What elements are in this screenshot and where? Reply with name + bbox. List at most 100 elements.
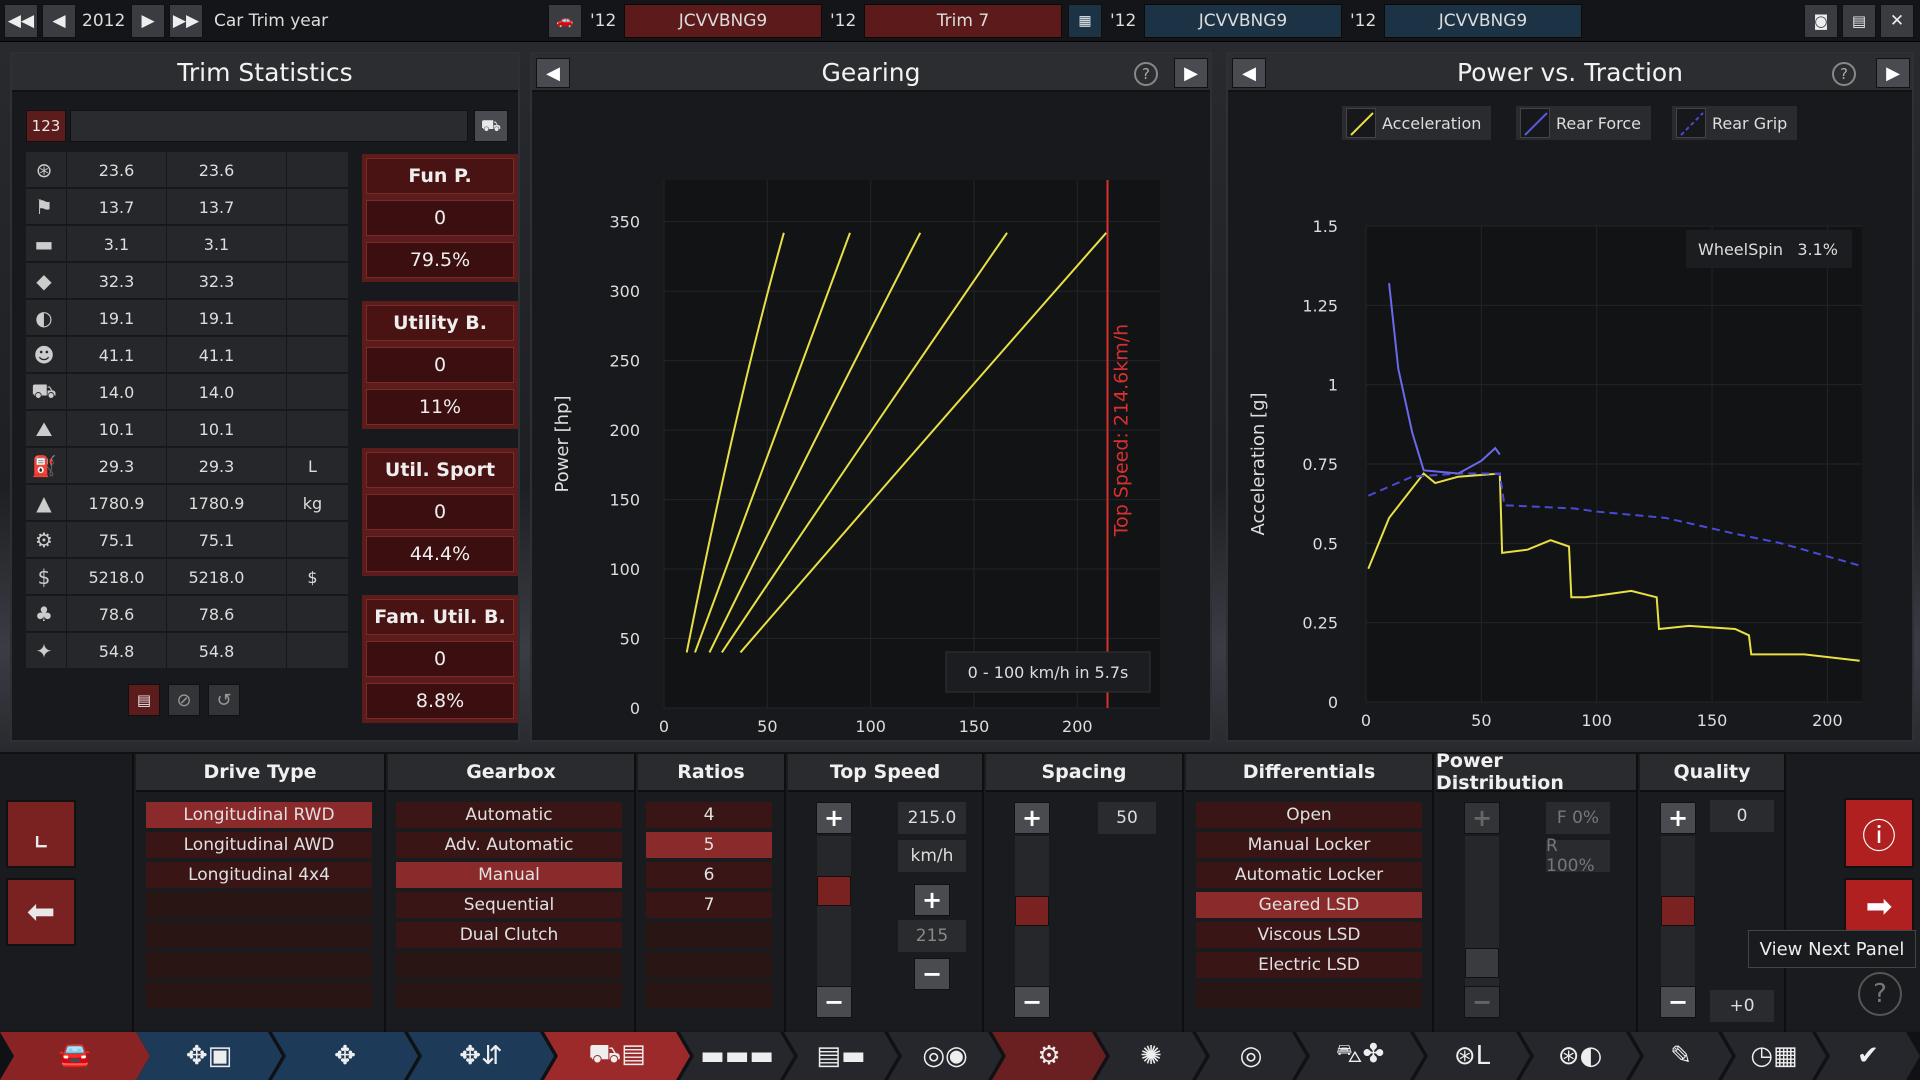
top-speed-minus-icon[interactable]: −: [816, 986, 852, 1018]
stat-row: ◆ 32.3 32.3: [26, 263, 348, 299]
gearing-next-arrow-icon[interactable]: ▶: [1174, 58, 1208, 88]
car-filter-icon[interactable]: ⛟: [474, 110, 508, 142]
top-speed-plus-icon[interactable]: +: [816, 802, 852, 834]
power-traction-help-icon[interactable]: ?: [1832, 62, 1856, 86]
safety-icon[interactable]: ⊛◐: [1520, 1032, 1640, 1080]
option-item[interactable]: 6: [646, 862, 772, 890]
fixtures-icon[interactable]: ▤▬: [784, 1032, 898, 1080]
next-year-icon[interactable]: ▶: [131, 4, 165, 38]
slot2-name[interactable]: Trim 7: [864, 4, 1062, 38]
stat-compare-value: 14.0: [166, 374, 266, 410]
option-item[interactable]: Automatic: [396, 802, 622, 830]
option-item[interactable]: Longitudinal RWD: [146, 802, 372, 830]
next-panel-arrow-icon[interactable]: ➡: [1844, 878, 1914, 934]
slot4-name[interactable]: JCVVBNG9: [1384, 4, 1582, 38]
option-item[interactable]: Longitudinal 4x4: [146, 862, 372, 890]
quality-slider-knob[interactable]: [1661, 896, 1695, 926]
calculator-icon[interactable]: ▤: [1842, 4, 1876, 38]
testing-icon[interactable]: ◷▦: [1722, 1032, 1826, 1080]
car-body-icon[interactable]: 🚘: [0, 1032, 150, 1080]
option-item[interactable]: 7: [646, 892, 772, 920]
option-item[interactable]: Adv. Automatic: [396, 832, 622, 860]
power-dist-plus-icon[interactable]: +: [1464, 802, 1500, 834]
option-item[interactable]: Open: [1196, 802, 1422, 830]
score-name[interactable]: Utility B.: [366, 305, 514, 341]
quality-minus-icon[interactable]: −: [1660, 986, 1696, 1018]
help-icon[interactable]: ?: [1858, 972, 1902, 1016]
car-line-icon[interactable]: ▬▬▬: [680, 1032, 794, 1080]
option-item[interactable]: Manual Locker: [1196, 832, 1422, 860]
power-traction-prev-arrow-icon[interactable]: ◀: [1232, 58, 1266, 88]
car-icon[interactable]: 🚗: [548, 4, 582, 38]
close-icon[interactable]: ✕: [1880, 4, 1914, 38]
option-item[interactable]: 5: [646, 832, 772, 860]
trim-search-input[interactable]: [70, 110, 468, 142]
score-name[interactable]: Fam. Util. B.: [366, 599, 514, 635]
sort-number-button[interactable]: 123: [26, 110, 66, 142]
ratios-column: Ratios 4567: [638, 754, 786, 1032]
clipboard-icon[interactable]: ▤: [128, 684, 160, 716]
spacing-header: Spacing: [986, 754, 1182, 792]
top-speed-slider-track[interactable]: [817, 836, 851, 986]
reset-icon[interactable]: ↺: [208, 684, 240, 716]
gearing-prev-arrow-icon[interactable]: ◀: [536, 58, 570, 88]
paint-icon[interactable]: ✎: [1630, 1032, 1732, 1080]
top-bar: ◀◀ ◀ 2012 ▶ ▶▶ Car Trim year 🚗 '12 JCVVB…: [0, 0, 1920, 42]
option-item[interactable]: 4: [646, 802, 772, 830]
quality-plus-icon[interactable]: +: [1660, 802, 1696, 834]
top-speed-fine-plus-icon[interactable]: +: [914, 884, 950, 916]
spacing-plus-icon[interactable]: +: [1014, 802, 1050, 834]
finish-icon[interactable]: ✔: [1816, 1032, 1920, 1080]
option-item[interactable]: Automatic Locker: [1196, 862, 1422, 890]
slot3-name[interactable]: JCVVBNG9: [1144, 4, 1342, 38]
axis-chart-icon[interactable]: ⌞: [6, 800, 76, 868]
rewind-icon[interactable]: ◀◀: [4, 4, 38, 38]
back-arrow-icon[interactable]: ⬅: [6, 878, 76, 946]
drive-type-header: Drive Type: [136, 754, 384, 792]
warning-icon[interactable]: ⓘ: [1844, 798, 1914, 868]
option-item[interactable]: Manual: [396, 862, 622, 890]
slot1-name[interactable]: JCVVBNG9: [624, 4, 822, 38]
option-item[interactable]: Electric LSD: [1196, 952, 1422, 980]
stat-compare-value: 5218.0: [166, 559, 266, 595]
prev-year-icon[interactable]: ◀: [42, 4, 76, 38]
option-item[interactable]: Longitudinal AWD: [146, 832, 372, 860]
cancel-icon[interactable]: ⊘: [168, 684, 200, 716]
differentials-column: Differentials Open Manual Locker Automatic…: [1186, 754, 1434, 1032]
y-tick-label: 100: [609, 560, 640, 579]
score-name[interactable]: Fun P.: [366, 158, 514, 194]
camera-icon[interactable]: ◙: [1804, 4, 1838, 38]
trim-icon[interactable]: ⛟▤: [544, 1032, 690, 1080]
fast-forward-icon[interactable]: ▶▶: [169, 4, 203, 38]
interior-icon[interactable]: ◎◉: [888, 1032, 1002, 1080]
option-item[interactable]: Geared LSD: [1196, 892, 1422, 920]
slot1-year: '12: [590, 11, 617, 31]
wheels-icon[interactable]: ✺: [1096, 1032, 1206, 1080]
engine-parts-icon[interactable]: ✥▣: [136, 1032, 282, 1080]
spacing-minus-icon[interactable]: −: [1014, 986, 1050, 1018]
option-item[interactable]: Sequential: [396, 892, 622, 920]
suspension-icon[interactable]: ⊛L: [1414, 1032, 1530, 1080]
aero-icon[interactable]: ⛍✤: [1296, 1032, 1424, 1080]
brakes-icon[interactable]: ◎: [1196, 1032, 1306, 1080]
spacing-slider-knob[interactable]: [1015, 896, 1049, 926]
top-speed-slider-knob[interactable]: [817, 876, 851, 906]
power-traction-next-arrow-icon[interactable]: ▶: [1876, 58, 1910, 88]
power-dist-slider-knob[interactable]: [1465, 948, 1499, 978]
score-percent: 44.4%: [366, 536, 514, 572]
engine-icon[interactable]: ✥: [272, 1032, 418, 1080]
calendar-icon[interactable]: ▦: [1068, 4, 1102, 38]
gearing-help-icon[interactable]: ?: [1134, 62, 1158, 86]
option-item[interactable]: Viscous LSD: [1196, 922, 1422, 950]
score-name[interactable]: Util. Sport: [366, 452, 514, 488]
power-dist-minus-icon[interactable]: −: [1464, 986, 1500, 1018]
top-speed-fine-minus-icon[interactable]: −: [914, 958, 950, 990]
stat-value: 75.1: [66, 522, 166, 558]
gearbox-icon[interactable]: ⚙: [992, 1032, 1106, 1080]
score-percent: 8.8%: [366, 683, 514, 719]
stat-row: ▲ 1780.9 1780.9 kg: [26, 485, 348, 521]
option-item[interactable]: Dual Clutch: [396, 922, 622, 950]
stat-value: 5218.0: [66, 559, 166, 595]
engine-tune-icon[interactable]: ✥⇵: [408, 1032, 554, 1080]
score-percent: 79.5%: [366, 242, 514, 278]
